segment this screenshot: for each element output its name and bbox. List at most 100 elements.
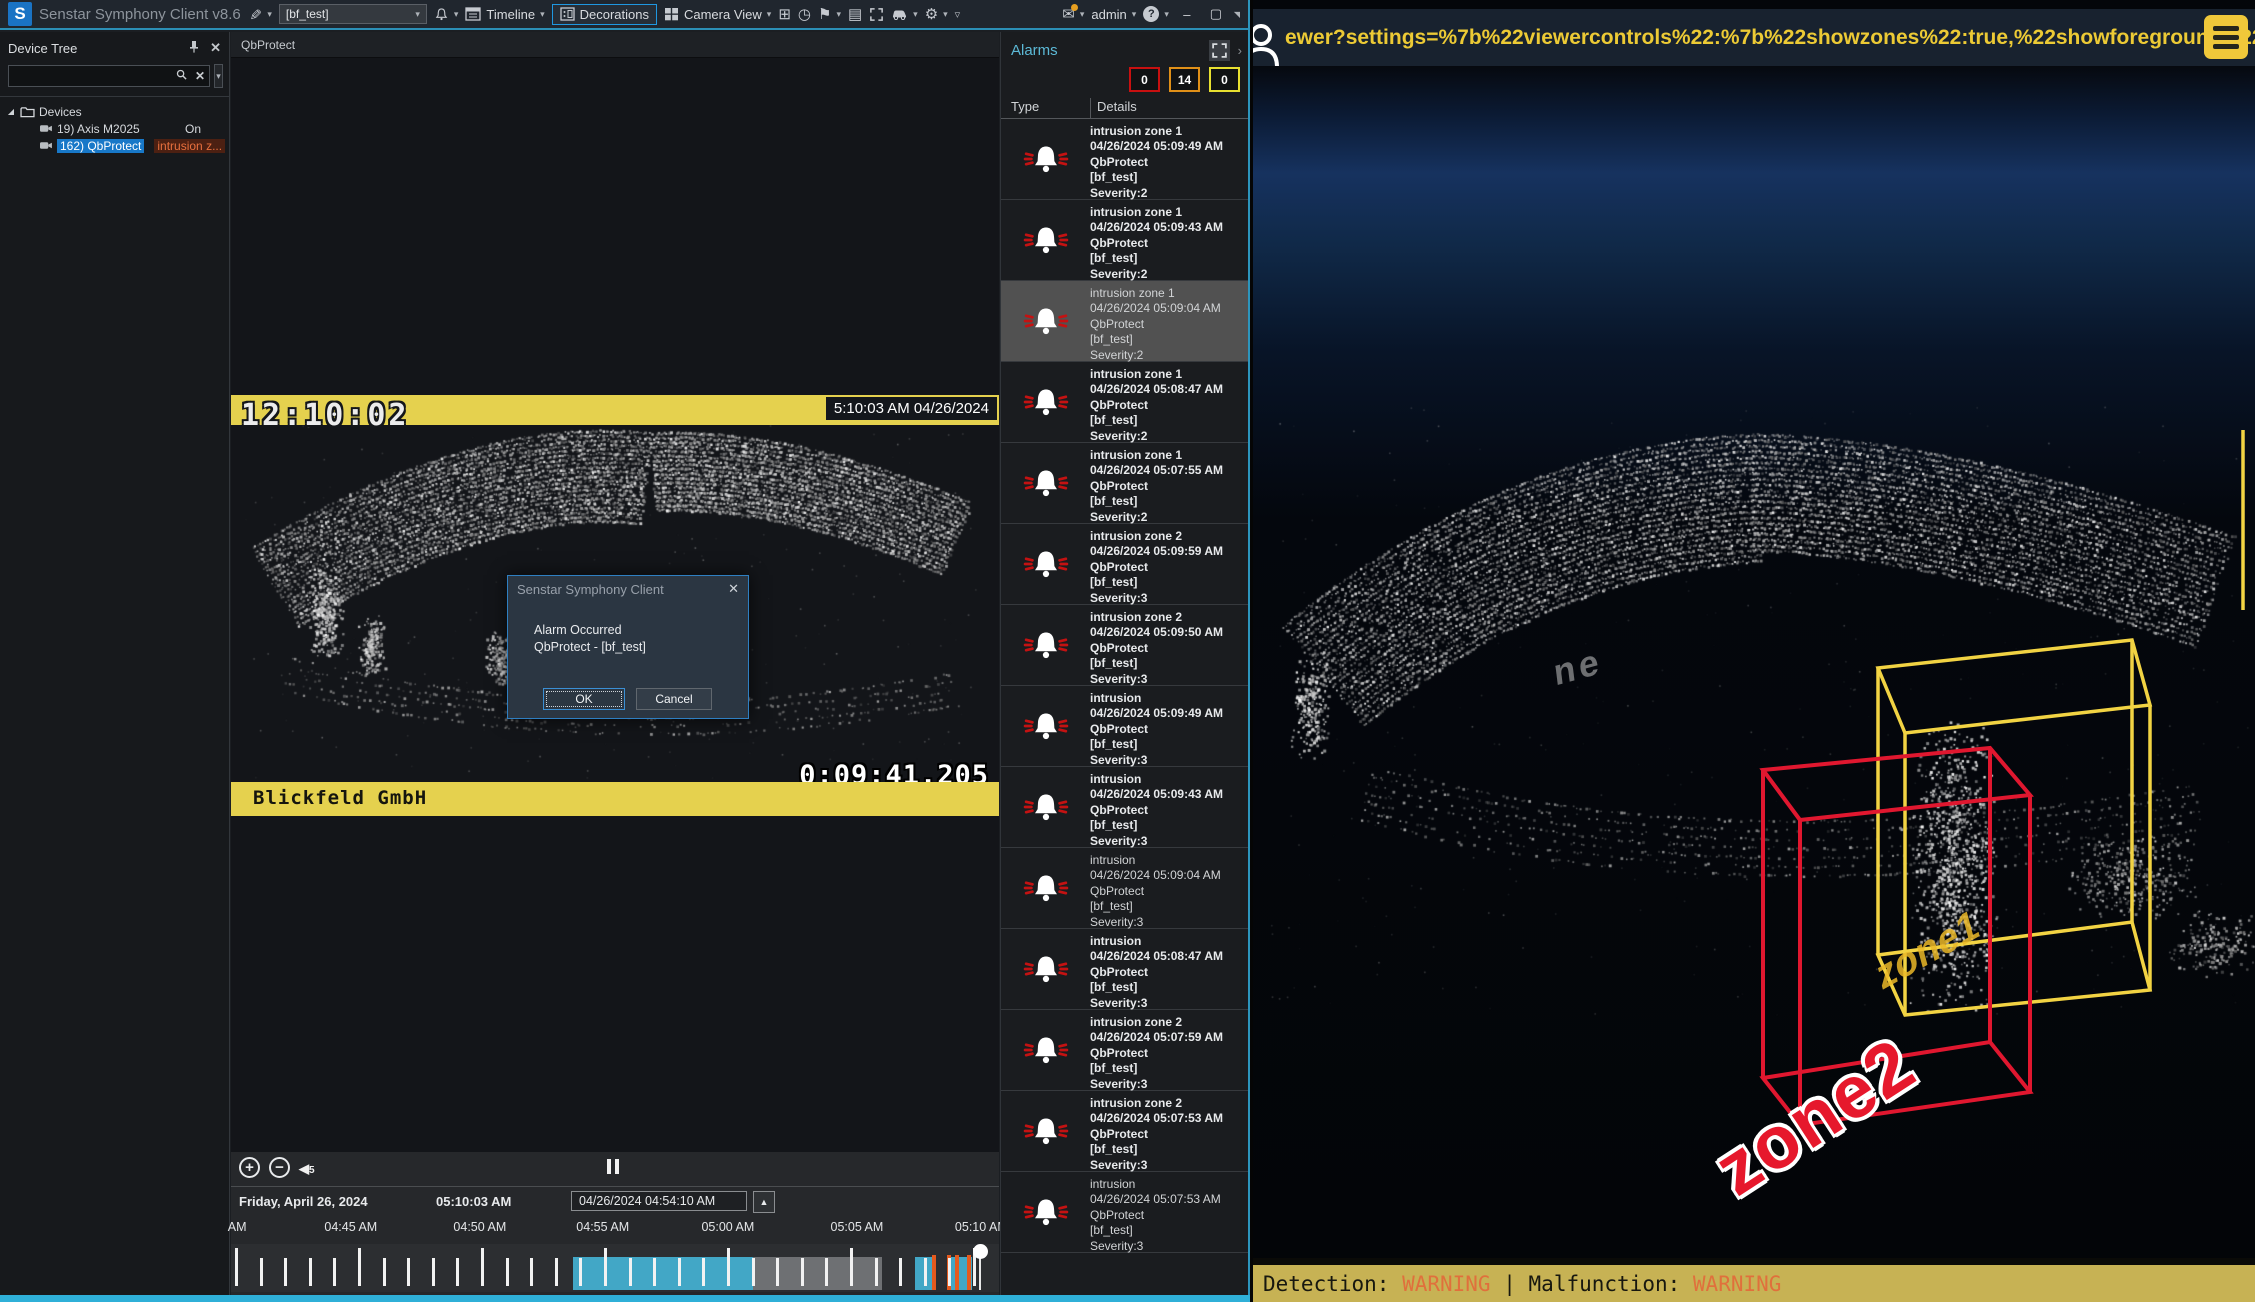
cancel-button[interactable]: Cancel xyxy=(636,688,712,710)
detection-label: Detection: xyxy=(1263,1272,1402,1296)
timeline-button[interactable]: Timeline ▾ xyxy=(465,7,544,22)
tree-root-label: Devices xyxy=(39,105,82,119)
alarm-row[interactable]: intrusion04/26/2024 05:09:43 AMQbProtect… xyxy=(1001,767,1248,848)
video-panel[interactable]: 5:10:03 AM 04/26/2024 12:10:02 0:09:41.2… xyxy=(231,58,999,1152)
help-button[interactable]: ? ▾ xyxy=(1143,6,1169,22)
minimize-button[interactable]: – xyxy=(1176,7,1198,22)
pin-icon[interactable] xyxy=(188,40,200,53)
alarm-row[interactable]: intrusion zone 204/26/2024 05:09:59 AMQb… xyxy=(1001,524,1248,605)
add-view-grid-icon[interactable]: ⊞ xyxy=(778,7,791,22)
viewer-menu-button[interactable] xyxy=(2204,15,2248,59)
detection-status: WARNING xyxy=(1402,1272,1491,1296)
bookmark-button[interactable]: ⚑▾ xyxy=(818,7,841,22)
device-tree-close-icon[interactable]: ✕ xyxy=(210,40,221,56)
tree-root-devices[interactable]: ◢ Devices xyxy=(0,103,229,120)
device-label-selected: 162) QbProtect xyxy=(57,139,144,153)
zoom-out-button[interactable]: − xyxy=(269,1157,290,1178)
ruler-tick xyxy=(407,1258,410,1286)
tree-item-axis[interactable]: 19) Axis M2025 On xyxy=(0,120,229,137)
viewer-bottom-strip xyxy=(1253,1258,2255,1265)
alarm-row[interactable]: intrusion04/26/2024 05:09:04 AMQbProtect… xyxy=(1001,848,1248,929)
alarms-panel-chevron-icon[interactable]: › xyxy=(1238,43,1242,58)
recorded-segment-gray[interactable] xyxy=(753,1257,882,1290)
ruler-tick xyxy=(678,1258,681,1286)
titlebar: S Senstar Symphony Client v8.6 ✎ ▾ [bf_t… xyxy=(0,0,1248,30)
ruler-tick xyxy=(825,1258,828,1286)
alarm-marker[interactable] xyxy=(967,1255,971,1290)
timeline-input-up-button[interactable]: ▲ xyxy=(753,1191,775,1213)
alarms-expand-icon[interactable] xyxy=(1209,40,1230,61)
alarm-row[interactable]: intrusion zone 104/26/2024 05:09:49 AMQb… xyxy=(1001,119,1248,200)
alarm-list: intrusion zone 104/26/2024 05:09:49 AMQb… xyxy=(1001,119,1248,1253)
ruler-tick xyxy=(333,1258,336,1286)
tree-item-qbprotect[interactable]: 162) QbProtect intrusion z... xyxy=(0,137,229,154)
alarm-row[interactable]: intrusion zone 204/26/2024 05:07:53 AMQb… xyxy=(1001,1091,1248,1172)
alarm-bell-icon xyxy=(1023,708,1069,744)
maximize-button[interactable]: ▢ xyxy=(1205,6,1227,22)
pen-caret-icon[interactable]: ▾ xyxy=(267,9,272,20)
clock-icon[interactable]: ◷ xyxy=(798,7,811,22)
ruler-tick xyxy=(702,1258,705,1286)
fullscreen-icon[interactable] xyxy=(869,7,884,22)
help-caret-icon: ▾ xyxy=(1164,9,1169,20)
point-cloud-viewer[interactable]: ne zone1 zone2 xyxy=(1253,66,2255,1258)
decorations-button[interactable]: Decorations xyxy=(552,4,657,25)
device-tree-title: Device Tree xyxy=(8,41,77,56)
search-options-dropdown[interactable]: ▾ xyxy=(214,64,223,88)
skip-back-icon[interactable]: ◀5 xyxy=(299,1161,315,1177)
alarm-row[interactable]: intrusion zone 104/26/2024 05:08:47 AMQb… xyxy=(1001,362,1248,443)
zoom-in-button[interactable]: + xyxy=(239,1157,260,1178)
timeline-ruler[interactable] xyxy=(231,1244,999,1292)
alarm-row[interactable]: intrusion04/26/2024 05:08:47 AMQbProtect… xyxy=(1001,929,1248,1010)
timeline-divider xyxy=(231,1186,999,1187)
alarm-marker[interactable] xyxy=(932,1255,936,1290)
alarm-bell-icon xyxy=(1023,627,1069,663)
alarm-row[interactable]: intrusion04/26/2024 05:07:53 AMQbProtect… xyxy=(1001,1172,1248,1253)
alarm-marker[interactable] xyxy=(955,1255,959,1290)
alarm-row[interactable]: intrusion zone 104/26/2024 05:07:55 AMQb… xyxy=(1001,443,1248,524)
notification-bell-button[interactable]: ▾ xyxy=(434,7,459,22)
user-name: admin xyxy=(1091,7,1126,22)
user-menu[interactable]: admin ▾ xyxy=(1091,7,1136,22)
messages-button[interactable]: ✉ ▾ xyxy=(1062,7,1084,22)
alarm-bell-icon xyxy=(1023,222,1069,258)
pause-button[interactable] xyxy=(607,1159,619,1174)
ruler-tick xyxy=(481,1248,484,1286)
viewer-url-text[interactable]: ewer?settings=%7b%22viewercontrols%22:%7… xyxy=(1285,26,2255,50)
dialog-close-icon[interactable]: ✕ xyxy=(728,581,739,597)
expand-twist-icon[interactable]: ◢ xyxy=(6,107,16,116)
alarm-count-info[interactable]: 0 xyxy=(1209,67,1240,92)
timeline-datetime-input[interactable]: 04/26/2024 04:54:10 AM xyxy=(571,1191,747,1211)
alarm-row[interactable]: intrusion zone 104/26/2024 05:09:43 AMQb… xyxy=(1001,200,1248,281)
edit-pen-icon[interactable]: ✎ xyxy=(247,8,262,21)
alarm-type-cell xyxy=(1001,605,1090,685)
search-icon[interactable] xyxy=(172,69,191,83)
vehicle-button[interactable]: ▾ xyxy=(891,8,918,20)
alarm-count-critical[interactable]: 0 xyxy=(1129,67,1160,92)
device-status: On xyxy=(185,122,201,136)
camera-view-button[interactable]: Camera View ▾ xyxy=(664,7,771,22)
alarm-row[interactable]: intrusion zone 104/26/2024 05:09:04 AMQb… xyxy=(1001,281,1248,362)
viewer-url-bar: ewer?settings=%7b%22viewercontrols%22:%7… xyxy=(1253,9,2255,66)
alarm-count-warning[interactable]: 14 xyxy=(1169,67,1200,92)
alarm-row[interactable]: intrusion zone 204/26/2024 05:09:50 AMQb… xyxy=(1001,605,1248,686)
settings-button[interactable]: ⚙▾ xyxy=(925,7,948,22)
ok-button[interactable]: OK xyxy=(543,688,625,710)
ruler-tick xyxy=(358,1248,361,1286)
search-clear-icon[interactable]: ✕ xyxy=(191,69,209,83)
recorded-segment-cyan[interactable] xyxy=(573,1257,753,1290)
report-icon[interactable]: ▤ xyxy=(848,7,862,22)
profile-dropdown[interactable]: [bf_test] ▾ xyxy=(279,4,427,24)
device-search-input[interactable] xyxy=(9,69,172,83)
alarm-row[interactable]: intrusion04/26/2024 05:09:49 AMQbProtect… xyxy=(1001,686,1248,767)
alarm-details-cell: intrusion04/26/2024 05:07:53 AMQbProtect… xyxy=(1090,1172,1221,1252)
alarm-row[interactable]: intrusion zone 204/26/2024 05:07:59 AMQb… xyxy=(1001,1010,1248,1091)
window-menu-icon[interactable]: ◥ xyxy=(1234,10,1240,19)
bookmark-caret-icon: ▾ xyxy=(836,9,841,20)
playhead-handle[interactable] xyxy=(973,1244,988,1259)
alarm-details-cell: intrusion zone 204/26/2024 05:09:50 AMQb… xyxy=(1090,605,1223,685)
ruler-tick xyxy=(506,1258,509,1286)
alarm-details-cell: intrusion zone 104/26/2024 05:07:55 AMQb… xyxy=(1090,443,1223,523)
toolbar-overflow-icon[interactable]: ▿ xyxy=(955,8,961,21)
column-divider xyxy=(1090,98,1091,118)
